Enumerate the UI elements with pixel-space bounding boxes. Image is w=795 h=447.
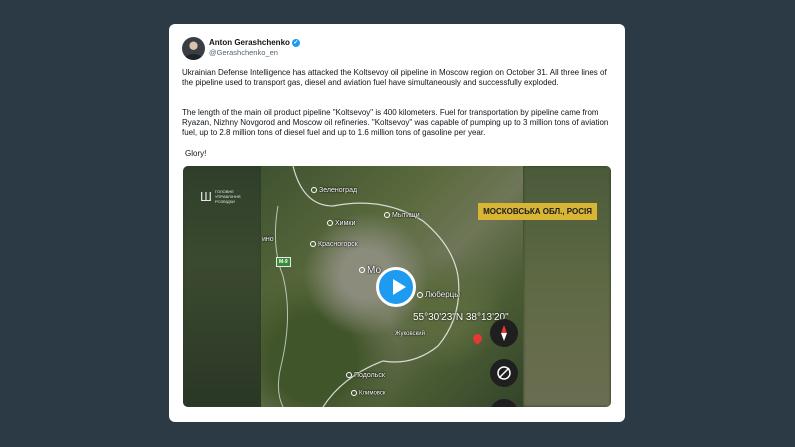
author-name-text[interactable]: Anton Gerashchenko [209,38,290,47]
city-dot-icon [351,390,357,396]
author-avatar[interactable] [182,37,205,60]
author-name[interactable]: Anton Gerashchenko ✓ [209,38,300,47]
recenter-glyph-icon [497,366,511,380]
trident-icon: Ш [200,189,212,204]
city-label: Климовск [351,390,386,397]
city-label: ино [262,236,274,243]
city-dot-icon [310,241,316,248]
road-sign: M-9 [276,257,291,267]
hur-logo: Ш Головне управління розвідки [200,188,252,208]
city-name: ино [262,236,274,243]
compass-icon [490,319,518,347]
city-dot-icon [359,267,365,274]
city-label: Зеленоград [311,187,357,194]
city-label: Люберцы [417,290,460,299]
city-name: Красногорск [318,241,358,248]
city-dot-icon [384,212,390,219]
verified-badge-icon: ✓ [291,38,300,47]
tweet-card: Anton Gerashchenko ✓ @Gerashchenko_en Ukr… [169,24,625,422]
compass-needle-icon [501,325,507,341]
tweet-paragraph-2: The length of the main oil product pipel… [182,108,609,137]
tweet-header: Anton Gerashchenko ✓ @Gerashchenko_en [182,37,602,67]
city-dot-icon [311,187,317,194]
city-label: Мытищи [384,212,420,219]
tweet-paragraph-3: Glory! [185,149,207,158]
city-dot-icon [417,291,423,298]
city-name: Жуковский [395,331,425,337]
recenter-icon [490,359,518,387]
city-name: Подольск [354,372,385,379]
city-label: Жуковский [395,331,425,337]
city-dot-icon [346,372,352,379]
author-handle[interactable]: @Gerashchenko_en [209,48,278,57]
city-dot-icon [327,220,333,227]
city-name: Химки [335,220,356,227]
city-label: Красногорск [310,241,358,248]
city-label: Мо [359,265,381,276]
play-icon[interactable] [376,267,416,307]
city-name: Люберцы [425,290,460,299]
city-name: Климовск [359,390,386,397]
video-player[interactable]: Ш Головне управління розвідки МОСКОВСЬКА… [183,166,611,407]
region-label: МОСКОВСЬКА ОБЛ., РОСІЯ [478,203,597,220]
hur-logo-text: Головне управління розвідки [215,189,241,204]
city-label: Подольск [346,372,385,379]
city-name: Зеленоград [319,187,358,194]
city-name: Мытищи [392,212,420,219]
city-label: Химки [327,220,355,227]
tweet-paragraph-1: Ukrainian Defense Intelligence has attac… [182,68,607,87]
